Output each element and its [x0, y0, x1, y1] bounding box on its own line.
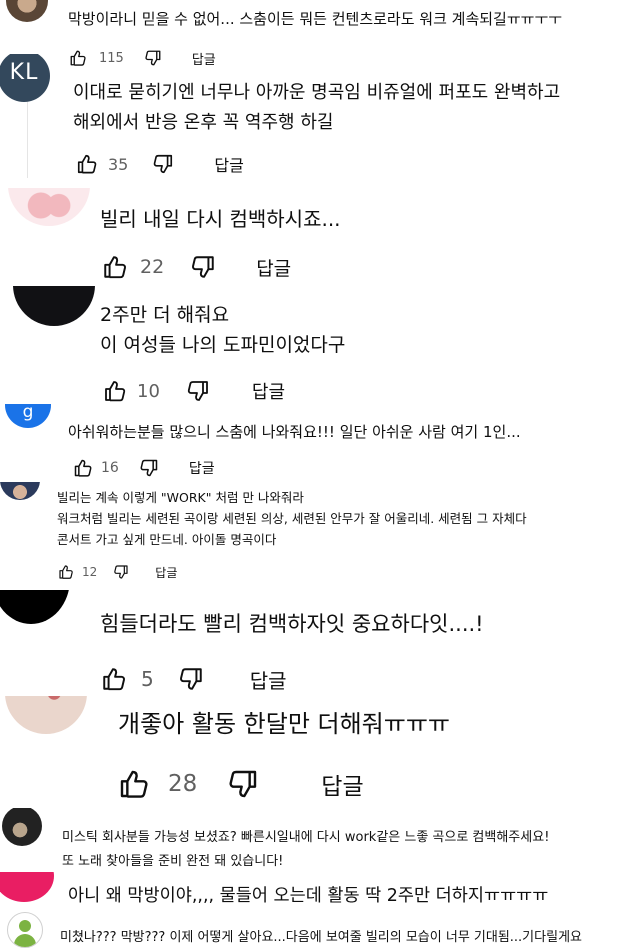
avatar[interactable]: g: [5, 404, 51, 428]
reply-button[interactable]: 답글: [250, 665, 287, 694]
thumbs-down-icon[interactable]: [190, 254, 216, 280]
comment-actions: 22 답글: [102, 254, 291, 280]
avatar[interactable]: [13, 286, 95, 326]
thumbs-up-icon[interactable]: [102, 254, 128, 280]
reply-button[interactable]: 답글: [256, 254, 291, 281]
comment-item: KL 이대로 묻히기엔 너무나 아까운 명곡임 비쥬얼에 퍼포도 완벽하고 해외…: [0, 54, 641, 182]
reply-button[interactable]: 답글: [214, 152, 243, 176]
avatar[interactable]: [5, 696, 87, 734]
comment-text: 아니 왜 막방이야,,,, 물들어 오는데 활동 딱 2주만 더하지ㅠㅠㅠㅠ: [68, 886, 549, 906]
comment-actions: 12 답글: [58, 563, 177, 581]
thumbs-up-icon[interactable]: [118, 768, 150, 800]
avatar[interactable]: [2, 808, 42, 846]
avatar[interactable]: [0, 872, 54, 902]
comment-text: 막방이라니 믿을 수 없어... 스춤이든 뭐든 컨텐츠로라도 워크 계속되길ㅠ…: [68, 10, 563, 28]
like-count: 10: [137, 380, 160, 402]
reply-button[interactable]: 답글: [155, 564, 177, 581]
comment-item: 미스틱 회사분들 가능성 보셨죠? 빠른시일내에 다시 work같은 느좋 곡으…: [0, 808, 641, 872]
thumbs-down-icon[interactable]: [139, 458, 159, 478]
thumbs-up-icon[interactable]: [76, 153, 98, 175]
comment-text: 개좋아 활동 한달만 더해줘ㅠㅠㅠ: [118, 710, 451, 738]
like-count: 22: [140, 256, 165, 278]
thumbs-up-icon[interactable]: [101, 666, 127, 692]
comment-text: 아쉬워하는분들 많으니 스춤에 나와줘요!!! 일단 아쉬운 사람 여기 1인.…: [68, 423, 521, 441]
avatar[interactable]: KL: [0, 54, 50, 102]
thumbs-down-icon[interactable]: [178, 666, 204, 692]
comment-item: 빌리 내일 다시 컴백하시죠... 22 답글: [0, 188, 641, 286]
comment-text: 빌리는 계속 이렇게 "WORK" 처럼 만 나와줘라 워크처럼 빌리는 세련된…: [57, 490, 527, 547]
avatar[interactable]: [0, 482, 40, 500]
reply-button[interactable]: 답글: [189, 458, 215, 478]
thumbs-down-icon[interactable]: [227, 768, 259, 800]
like-count: 16: [101, 460, 119, 476]
avatar[interactable]: [7, 912, 43, 948]
thumbs-down-icon[interactable]: [186, 379, 210, 403]
avatar[interactable]: [0, 590, 70, 624]
avatar[interactable]: [6, 0, 48, 22]
comment-text: 미쳤나??? 막방??? 이제 어떻게 살아요...다음에 보여줄 빌리의 모습…: [60, 930, 582, 945]
avatar-initials: g: [22, 404, 34, 422]
comment-item: 아니 왜 막방이야,,,, 물들어 오는데 활동 딱 2주만 더하지ㅠㅠㅠㅠ: [0, 872, 641, 912]
comment-actions: 35 답글: [76, 153, 244, 175]
avatar-initials: KL: [9, 60, 39, 85]
comment-item: 개좋아 활동 한달만 더해줘ㅠㅠㅠ 28 답글: [0, 696, 641, 808]
thumbs-down-icon[interactable]: [113, 564, 129, 580]
default-avatar-body: [14, 934, 36, 947]
comment-actions: 16 답글: [73, 458, 215, 478]
thumbs-up-icon[interactable]: [103, 379, 127, 403]
comment-item: 힘들더라도 빨리 컴백하자잇 중요하다잇....! 5 답글: [0, 590, 641, 696]
default-avatar-icon: [19, 920, 31, 932]
comment-actions: 28 답글: [118, 768, 364, 800]
comment-item: 미쳤나??? 막방??? 이제 어떻게 살아요...다음에 보여줄 빌리의 모습…: [0, 912, 641, 952]
thumbs-up-icon[interactable]: [58, 564, 74, 580]
reply-button[interactable]: 답글: [321, 767, 363, 801]
comment-text: 미스틱 회사분들 가능성 보셨죠? 빠른시일내에 다시 work같은 느좋 곡으…: [62, 830, 550, 869]
thumbs-up-icon[interactable]: [73, 458, 93, 478]
like-count: 28: [168, 771, 198, 797]
comment-text: 빌리 내일 다시 컴백하시죠...: [100, 207, 341, 231]
reply-button[interactable]: 답글: [252, 378, 285, 404]
like-count: 5: [141, 667, 154, 691]
comment-item: g 아쉬워하는분들 많으니 스춤에 나와줘요!!! 일단 아쉬운 사람 여기 1…: [0, 404, 641, 482]
comment-text: 이대로 묻히기엔 너무나 아까운 명곡임 비쥬얼에 퍼포도 완벽하고 해외에서 …: [73, 82, 561, 133]
like-count: 35: [108, 154, 129, 174]
comment-text: 힘들더라도 빨리 컴백하자잇 중요하다잇....!: [100, 612, 484, 636]
thumbs-down-icon[interactable]: [152, 153, 174, 175]
comment-actions: 5 답글: [101, 665, 287, 694]
comment-actions: 10 답글: [103, 379, 285, 403]
comment-text: 2주만 더 해줘요 이 여성들 나의 도파민이었다구: [100, 304, 346, 356]
comment-item: 2주만 더 해줘요 이 여성들 나의 도파민이었다구 10 답글: [0, 286, 641, 404]
avatar[interactable]: [8, 188, 90, 226]
comment-item: 빌리는 계속 이렇게 "WORK" 처럼 만 나와줘라 워크처럼 빌리는 세련된…: [0, 482, 641, 590]
like-count: 12: [82, 565, 98, 579]
